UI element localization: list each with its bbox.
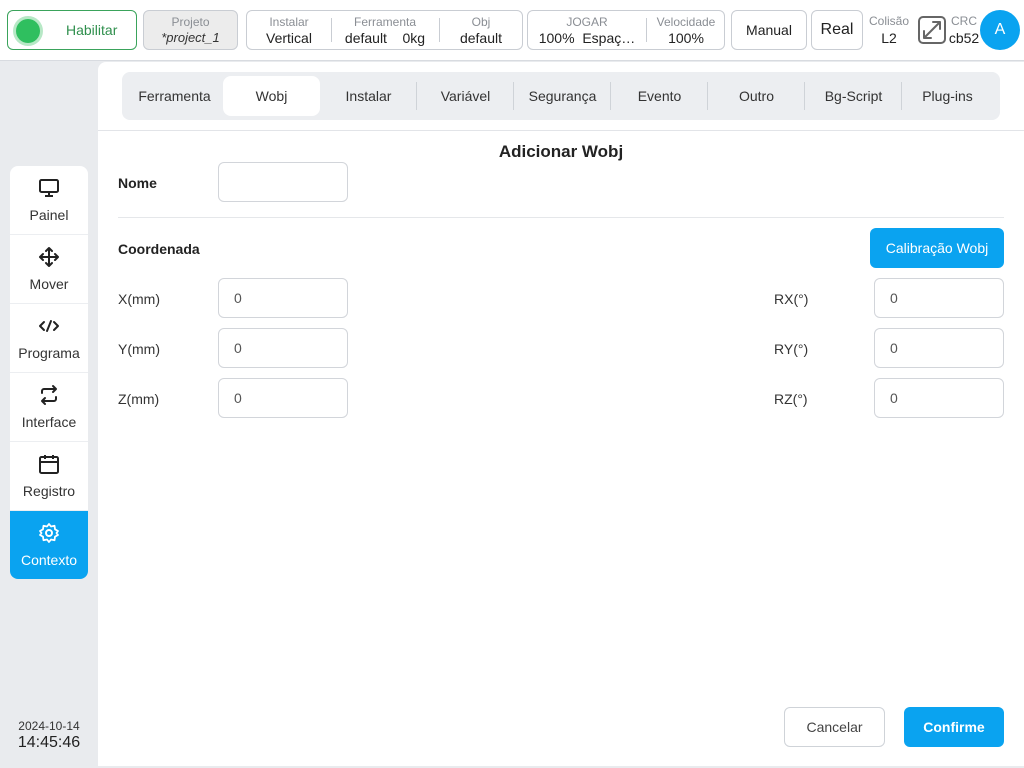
sidebar-item-mover[interactable]: Mover (10, 235, 88, 304)
jog-info: JOGAR 100% Espaç… (528, 11, 646, 49)
ry-input[interactable] (874, 328, 1004, 368)
speed-caption: Velocidade (656, 15, 716, 29)
name-label: Nome (118, 175, 157, 191)
tool-caption: Ferramenta (353, 15, 417, 29)
sidebar-item-label: Programa (18, 345, 80, 361)
clock: 2024-10-14 14:45:46 (6, 719, 92, 752)
rz-label: RZ(°) (774, 391, 808, 407)
sidebar-item-programa[interactable]: Programa (10, 304, 88, 373)
z-label: Z(mm) (118, 391, 160, 407)
swap-icon (10, 384, 88, 406)
enable-label: Habilitar (66, 22, 118, 38)
sidebar-item-label: Interface (21, 414, 77, 430)
main-panel: Ferramenta Wobj Instalar Variável Segura… (98, 62, 1024, 766)
y-input[interactable] (218, 328, 348, 368)
sidebar-item-label: Mover (29, 276, 69, 292)
confirm-button[interactable]: Confirme (904, 707, 1004, 747)
calendar-icon (10, 453, 88, 475)
rx-input[interactable] (874, 278, 1004, 318)
jog-caption: JOGAR (566, 15, 608, 29)
cancel-button[interactable]: Cancelar (784, 707, 885, 747)
x-input[interactable] (218, 278, 348, 318)
obj-value: default (459, 30, 503, 46)
install-tool-obj-box[interactable]: Instalar Vertical Ferramenta default 0kg… (246, 10, 523, 50)
obj-info: Obj default (439, 11, 523, 49)
move-icon (10, 246, 88, 268)
top-bar: Habilitar Projeto *project_1 Instalar Ve… (0, 0, 1024, 61)
jog-value: 100% Espaç… (528, 30, 646, 46)
tab-seguranca[interactable]: Segurança (514, 76, 611, 116)
manual-mode-button[interactable]: Manual (731, 10, 807, 50)
crc-caption: CRC (951, 14, 977, 28)
project-caption: Projeto (171, 15, 210, 29)
avatar[interactable]: A (980, 10, 1020, 50)
sidebar-item-label: Painel (29, 207, 69, 223)
install-value: Vertical (266, 30, 312, 46)
coordinate-label: Coordenada (118, 241, 200, 257)
sidebar-item-label: Registro (22, 483, 76, 499)
tab-plug-ins[interactable]: Plug-ins (899, 76, 996, 116)
code-icon (10, 315, 88, 337)
install-caption: Instalar (269, 15, 309, 29)
tool-value: default 0kg (331, 30, 439, 46)
tab-outro[interactable]: Outro (708, 76, 805, 116)
speed-value: 100% (668, 30, 704, 46)
tab-variavel[interactable]: Variável (417, 76, 514, 116)
install-info: Instalar Vertical (247, 11, 331, 49)
jog-space: Espaç… (582, 30, 636, 46)
tab-instalar[interactable]: Instalar (320, 76, 417, 116)
tool-weight: 0kg (402, 30, 426, 46)
calibration-button[interactable]: Calibração Wobj (870, 228, 1004, 268)
time-text: 14:45:46 (17, 734, 81, 751)
tab-bg-script[interactable]: Bg-Script (805, 76, 902, 116)
collision-value: L2 (881, 30, 897, 46)
crc-value: cb52 (948, 30, 980, 46)
tool-name: default (344, 30, 387, 46)
divider (118, 217, 1004, 218)
project-box[interactable]: Projeto *project_1 (143, 10, 238, 50)
obj-caption: Obj (471, 15, 491, 29)
status-led-icon (16, 19, 40, 43)
gear-icon (10, 522, 88, 544)
date-text: 2024-10-14 (18, 719, 80, 733)
tabs-area: Ferramenta Wobj Instalar Variável Segura… (98, 62, 1024, 131)
form-title: Adicionar Wobj (498, 142, 624, 161)
rz-input[interactable] (874, 378, 1004, 418)
rx-label: RX(°) (774, 291, 809, 307)
real-mode-label: Real (820, 21, 854, 38)
jog-speed-box[interactable]: JOGAR 100% Espaç… Velocidade 100% (527, 10, 725, 50)
speed-info: Velocidade 100% (646, 11, 726, 49)
real-mode-button[interactable]: Real (811, 10, 863, 50)
project-name: *project_1 (161, 30, 220, 45)
z-input[interactable] (218, 378, 348, 418)
ry-label: RY(°) (774, 341, 809, 357)
monitor-icon (10, 177, 88, 199)
y-label: Y(mm) (118, 341, 160, 357)
manual-mode-label: Manual (746, 22, 792, 38)
sidebar-item-contexto[interactable]: Contexto (10, 511, 88, 579)
jog-percent: 100% (538, 30, 575, 46)
tab-bar: Ferramenta Wobj Instalar Variável Segura… (122, 72, 1000, 120)
tab-ferramenta[interactable]: Ferramenta (126, 76, 223, 116)
sidebar-item-interface[interactable]: Interface (10, 373, 88, 442)
tab-evento[interactable]: Evento (611, 76, 708, 116)
tab-wobj[interactable]: Wobj (223, 76, 320, 116)
enable-button[interactable]: Habilitar (7, 10, 137, 50)
x-label: X(mm) (118, 291, 160, 307)
sidebar-item-painel[interactable]: Painel (10, 166, 88, 235)
expand-icon[interactable] (918, 16, 946, 44)
collision-caption: Colisão (868, 14, 910, 28)
tool-info: Ferramenta default 0kg (331, 11, 439, 49)
sidebar-item-registro[interactable]: Registro (10, 442, 88, 511)
sidebar: Painel Mover Programa Interface Registro… (10, 166, 88, 579)
sidebar-item-label: Contexto (20, 552, 78, 568)
name-input[interactable] (218, 162, 348, 202)
